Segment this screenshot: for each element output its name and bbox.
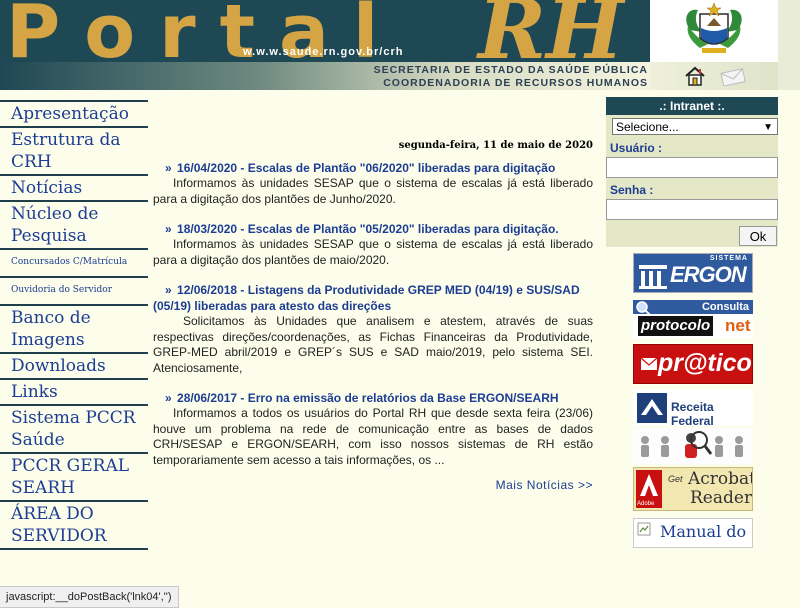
nav-links[interactable]: Links xyxy=(0,380,148,406)
ok-button[interactable]: Ok xyxy=(739,226,777,246)
header: Portal RH w.w.w.saude.rn.gov.br/crh SECR… xyxy=(0,0,800,90)
header-right-strip xyxy=(778,0,800,90)
ergon-text: ERGON xyxy=(670,262,747,287)
news-title-text: 16/04/2020 - Escalas de Plantão "06/2020… xyxy=(177,161,556,175)
broken-image-icon xyxy=(637,522,651,536)
news-item: » 28/06/2017 - Erro na emissão de relató… xyxy=(153,390,593,468)
state-crest xyxy=(650,0,778,62)
news-title-link[interactable]: » 28/06/2017 - Erro na emissão de relató… xyxy=(153,390,593,406)
people-search-icon xyxy=(641,431,743,458)
password-input[interactable] xyxy=(606,199,778,220)
news-item: » 16/04/2020 - Escalas de Plantão "06/20… xyxy=(153,160,593,207)
news-title-link[interactable]: » 18/03/2020 - Escalas de Plantão "05/20… xyxy=(153,221,593,237)
protocolo-text: protocolo xyxy=(638,316,714,336)
receita-text: Receita Federal xyxy=(671,400,714,426)
org-line-1: SECRETARIA DE ESTADO DA SAÚDE PÚBLICA xyxy=(373,64,648,76)
acrobat-get-text: Get xyxy=(668,474,683,484)
envelope-icon xyxy=(640,357,658,370)
arrow-icon: » xyxy=(165,391,172,405)
acrobat-text: Acrobat xyxy=(688,469,753,489)
columns-icon xyxy=(639,265,667,289)
news-title-text: 12/06/2018 - Listagens da Produtividade … xyxy=(153,283,580,313)
adobe-logo: Adobe xyxy=(636,470,662,508)
status-bar-text: javascript:__doPostBack('lnk04','') xyxy=(6,591,172,603)
current-date: segunda-feira, 11 de maio de 2020 xyxy=(398,140,593,151)
news-title-text: 18/03/2020 - Escalas de Plantão "05/2020… xyxy=(177,222,559,236)
arrow-icon: » xyxy=(165,283,172,297)
header-icon-row xyxy=(650,62,778,90)
protocolo-net-link[interactable]: Consulta protocolo net xyxy=(633,300,753,338)
intranet-title: .: Intranet :. xyxy=(606,97,778,115)
intranet-select[interactable]: Selecione... ▼ xyxy=(612,118,778,135)
nav-nucleo-pesquisa[interactable]: Núcleo de Pesquisa xyxy=(0,202,148,250)
news-body: Informamos às unidades SESAP que o siste… xyxy=(153,176,593,206)
receita-federal-link[interactable]: Receita Federal xyxy=(633,390,753,426)
news-body: Solicitamos às Unidades que analisem e a… xyxy=(153,314,593,375)
pessoas-link[interactable] xyxy=(633,428,753,464)
dropdown-arrow-icon: ▼ xyxy=(763,122,773,133)
nav-sistema-pccr[interactable]: Sistema PCCR Saúde xyxy=(0,406,148,454)
protocolo-net-text: net xyxy=(725,316,751,335)
nav-noticias[interactable]: Notícias xyxy=(0,176,148,202)
pratico-link[interactable]: pr@tico xyxy=(633,344,753,384)
magnifier-icon xyxy=(636,301,652,317)
user-label: Usuário : xyxy=(610,141,663,155)
nav-pccr-geral[interactable]: PCCR GERAL SEARH xyxy=(0,454,148,502)
user-input[interactable] xyxy=(606,157,778,178)
manual-link[interactable]: Manual do xyxy=(633,518,753,548)
news-body: Informamos a todos os usuários do Portal… xyxy=(153,406,593,467)
nav-apresentacao[interactable]: Apresentação xyxy=(0,100,148,128)
intranet-panel: .: Intranet :. Selecione... ▼ Usuário : … xyxy=(606,97,778,247)
more-news-link[interactable]: Mais Notícias >> xyxy=(153,478,593,492)
adobe-icon xyxy=(640,474,658,496)
mail-icon[interactable] xyxy=(720,68,746,86)
nav-area-servidor[interactable]: ÁREA DO SERVIDOR xyxy=(0,502,148,550)
consulta-text: Consulta xyxy=(701,301,749,313)
news-title-link[interactable]: » 12/06/2018 - Listagens da Produtividad… xyxy=(153,282,593,314)
logo-rh-text: RH xyxy=(478,0,624,62)
nav-banco-imagens[interactable]: Banco de Imagens xyxy=(0,306,148,354)
news-title-link[interactable]: » 16/04/2020 - Escalas de Plantão "06/20… xyxy=(153,160,593,176)
nav-downloads[interactable]: Downloads xyxy=(0,354,148,380)
select-value: Selecione... xyxy=(616,120,679,134)
coat-of-arms-icon xyxy=(686,2,742,53)
pratico-text: pr@tico xyxy=(658,349,752,377)
news-item: » 18/03/2020 - Escalas de Plantão "05/20… xyxy=(153,221,593,268)
org-bar: SECRETARIA DE ESTADO DA SAÚDE PÚBLICA CO… xyxy=(0,62,650,90)
arrow-icon: » xyxy=(165,161,172,175)
receita-logo-icon xyxy=(637,393,667,423)
nav-concursados[interactable]: Concursados C/Matrícula xyxy=(0,250,148,278)
adobe-text: Adobe xyxy=(637,501,655,507)
news-title-text: 28/06/2017 - Erro na emissão de relatóri… xyxy=(177,391,559,405)
portal-banner: Portal RH w.w.w.saude.rn.gov.br/crh xyxy=(0,0,650,62)
nav-ouvidoria[interactable]: Ouvidoria do Servidor xyxy=(0,278,148,306)
acrobat-reader-link[interactable]: Adobe Get Acrobat Reader xyxy=(633,467,753,511)
arrow-icon: » xyxy=(165,222,172,236)
nav-estrutura-crh[interactable]: Estrutura da CRH xyxy=(0,128,148,176)
main-content: segunda-feira, 11 de maio de 2020 » 16/0… xyxy=(153,140,593,492)
site-url: w.w.w.saude.rn.gov.br/crh xyxy=(243,46,404,58)
ergon-top-text: SISTEMA xyxy=(709,255,748,262)
reader-text: Reader xyxy=(690,488,753,508)
status-bar: javascript:__doPostBack('lnk04','') xyxy=(0,586,179,608)
left-nav: Apresentação Estrutura da CRH Notícias N… xyxy=(0,100,148,550)
ergon-link[interactable]: SISTEMA ERGON xyxy=(633,253,753,293)
password-label: Senha : xyxy=(610,183,654,197)
home-icon[interactable] xyxy=(684,66,706,86)
news-item: » 12/06/2018 - Listagens da Produtividad… xyxy=(153,282,593,376)
manual-text: Manual do xyxy=(660,522,747,541)
news-body: Informamos às unidades SESAP que o siste… xyxy=(153,237,593,267)
org-line-2: COORDENADORIA DE RECURSOS HUMANOS xyxy=(383,77,648,89)
